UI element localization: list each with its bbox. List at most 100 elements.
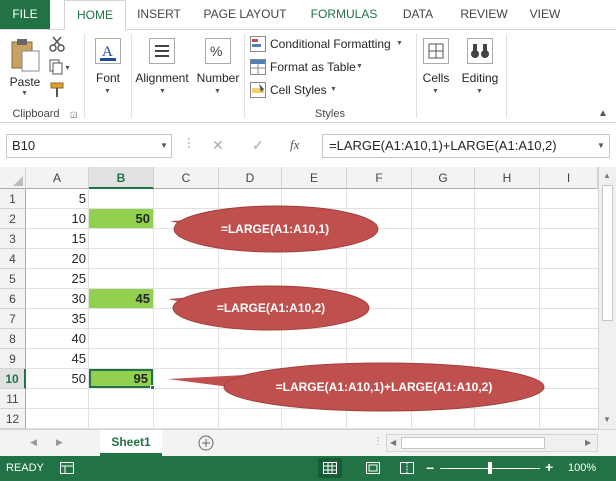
tab-page-layout[interactable]: PAGE LAYOUT (196, 0, 294, 29)
format-as-table-label: Format as Table (270, 60, 356, 74)
add-sheet-icon[interactable] (198, 435, 214, 451)
paste-icon (11, 39, 40, 72)
tab-file[interactable]: FILE (0, 0, 50, 29)
tab-insert[interactable]: INSERT (130, 0, 188, 29)
alignment-label: Alignment (135, 71, 189, 85)
chevron-down-icon: ▼ (104, 88, 111, 95)
font-icon: A (95, 38, 121, 64)
formula-bar: B10 ▼ ⋯ ✕ ✓ fx =LARGE(A1:A10,1)+LARGE(A1… (0, 131, 616, 161)
cut-icon[interactable] (49, 36, 65, 52)
callout-text: =LARGE(A1:A10,2) (216, 301, 326, 315)
expand-formula-icon[interactable]: ▼ (597, 141, 605, 150)
chevron-down-icon: ▼ (159, 88, 166, 95)
chevron-down-icon: ▼ (214, 88, 221, 95)
tab-formulas[interactable]: FORMULAS (302, 0, 386, 29)
zoom-slider-thumb[interactable] (488, 462, 492, 474)
sheet-tab-sheet1[interactable]: Sheet1 (100, 430, 162, 456)
alignment-button[interactable]: Alignment ▼ (132, 34, 192, 100)
zoom-in-icon[interactable]: + (545, 459, 553, 475)
ribbon-separator (244, 34, 245, 118)
more-icon: ⋯ (182, 137, 196, 149)
formula-text: =LARGE(A1:A10,1)+LARGE(A1:A10,2) (329, 138, 557, 153)
chevron-down-icon: ▼ (21, 90, 28, 97)
zoom-out-icon[interactable]: − (426, 460, 434, 476)
page-layout-view-icon[interactable] (366, 462, 380, 474)
svg-text:%: % (210, 43, 222, 59)
cancel-icon[interactable]: ✕ (212, 137, 224, 154)
editing-label: Editing (461, 71, 499, 85)
macro-record-icon[interactable] (60, 462, 74, 474)
name-box-value: B10 (12, 138, 36, 153)
styles-group-label: Styles (315, 108, 345, 120)
page-break-view-icon[interactable] (400, 462, 414, 474)
copy-icon[interactable]: ▼ (49, 59, 71, 75)
collapse-ribbon-icon[interactable]: ▲ (598, 108, 608, 119)
svg-text:A: A (102, 44, 113, 60)
callout-text: =LARGE(A1:A10,1)+LARGE(A1:A10,2) (275, 380, 493, 394)
scroll-thumb[interactable] (401, 437, 545, 449)
alignment-icon (149, 38, 175, 64)
tab-view[interactable]: VIEW (522, 0, 568, 29)
ribbon-separator (84, 34, 85, 118)
callout-text: =LARGE(A1:A10,1) (220, 222, 330, 236)
status-ready: READY (6, 462, 44, 474)
conditional-formatting-button[interactable]: Conditional Formatting ▼ (250, 36, 410, 54)
ribbon-separator (416, 34, 417, 118)
spreadsheet-grid: ABCDEFGHI 1 2 3 4 5 6 7 8 9 10 11 12 5 10 50 15 20 25 30 4… (0, 167, 598, 429)
ribbon-separator (506, 34, 507, 118)
clipboard-group-label: Clipboard (12, 108, 60, 120)
cell-styles-label: Cell Styles (270, 83, 327, 97)
number-button[interactable]: % Number ▼ (194, 34, 242, 100)
scroll-right-icon[interactable]: ▶ (585, 438, 591, 447)
scroll-left-icon[interactable]: ◀ (390, 438, 396, 447)
font-label: Font (95, 71, 120, 85)
ribbon: Paste ▼ ▼ Clipboard ◲ A Font ▼ Alignment… (0, 29, 616, 123)
sheet-tab-label: Sheet1 (111, 435, 151, 449)
formula-input[interactable]: =LARGE(A1:A10,1)+LARGE(A1:A10,2) (322, 134, 610, 158)
cell-styles-icon (250, 82, 266, 98)
paste-label: Paste (9, 75, 41, 89)
enter-icon[interactable]: ✓ (252, 137, 264, 154)
dialog-launcher-icon[interactable]: ◲ (70, 110, 78, 119)
conditional-formatting-label: Conditional Formatting (270, 37, 391, 51)
chevron-down-icon: ▼ (330, 86, 337, 93)
conditional-formatting-icon (250, 36, 266, 52)
scroll-thumb[interactable] (602, 185, 613, 321)
insert-function-icon[interactable]: fx (290, 137, 299, 153)
vertical-scrollbar[interactable]: ▲ ▼ (598, 167, 616, 429)
scroll-right-icon[interactable]: ▶ (56, 437, 63, 448)
name-box[interactable]: B10 (6, 134, 172, 158)
svg-text:▼: ▼ (64, 65, 71, 72)
cells-icon (423, 38, 449, 64)
horizontal-scrollbar[interactable]: ◀ ▶ (386, 434, 598, 452)
scroll-up-icon[interactable]: ▲ (603, 171, 611, 180)
format-painter-icon[interactable] (49, 82, 65, 98)
status-bar: READY − + 100% (0, 456, 616, 481)
normal-view-icon (323, 462, 337, 474)
format-as-table-button[interactable]: Format as Table ▼ (250, 59, 410, 77)
font-button[interactable]: A Font ▼ (90, 34, 126, 100)
binoculars-icon (467, 38, 493, 64)
scroll-left-icon[interactable]: ◀ (30, 437, 37, 448)
chevron-down-icon: ▼ (432, 88, 439, 95)
tab-data[interactable]: DATA (392, 0, 444, 29)
chevron-down-icon: ▼ (396, 40, 403, 47)
cells-button[interactable]: Cells ▼ (418, 34, 454, 100)
more-icon: ⋯ (372, 436, 383, 446)
chevron-down-icon: ▼ (356, 63, 363, 70)
ribbon-tabs: FILE HOME INSERT PAGE LAYOUT FORMULAS DA… (0, 0, 616, 30)
chevron-down-icon[interactable]: ▼ (160, 141, 168, 150)
editing-button[interactable]: Editing ▼ (458, 34, 502, 100)
tab-review[interactable]: REVIEW (452, 0, 516, 29)
format-table-icon (250, 59, 266, 75)
number-label: Number (196, 71, 240, 85)
chevron-down-icon: ▼ (476, 88, 483, 95)
tab-home[interactable]: HOME (64, 0, 126, 30)
cell-styles-button[interactable]: Cell Styles ▼ (250, 82, 410, 100)
percent-icon: % (205, 38, 231, 64)
cells-label: Cells (422, 71, 450, 85)
paste-button[interactable]: Paste ▼ (6, 34, 44, 100)
sheet-tab-bar: ◀ ▶ Sheet1 ⋯ ◀ ▶ (0, 429, 616, 456)
zoom-level[interactable]: 100% (568, 462, 596, 474)
scroll-down-icon[interactable]: ▼ (603, 415, 611, 424)
